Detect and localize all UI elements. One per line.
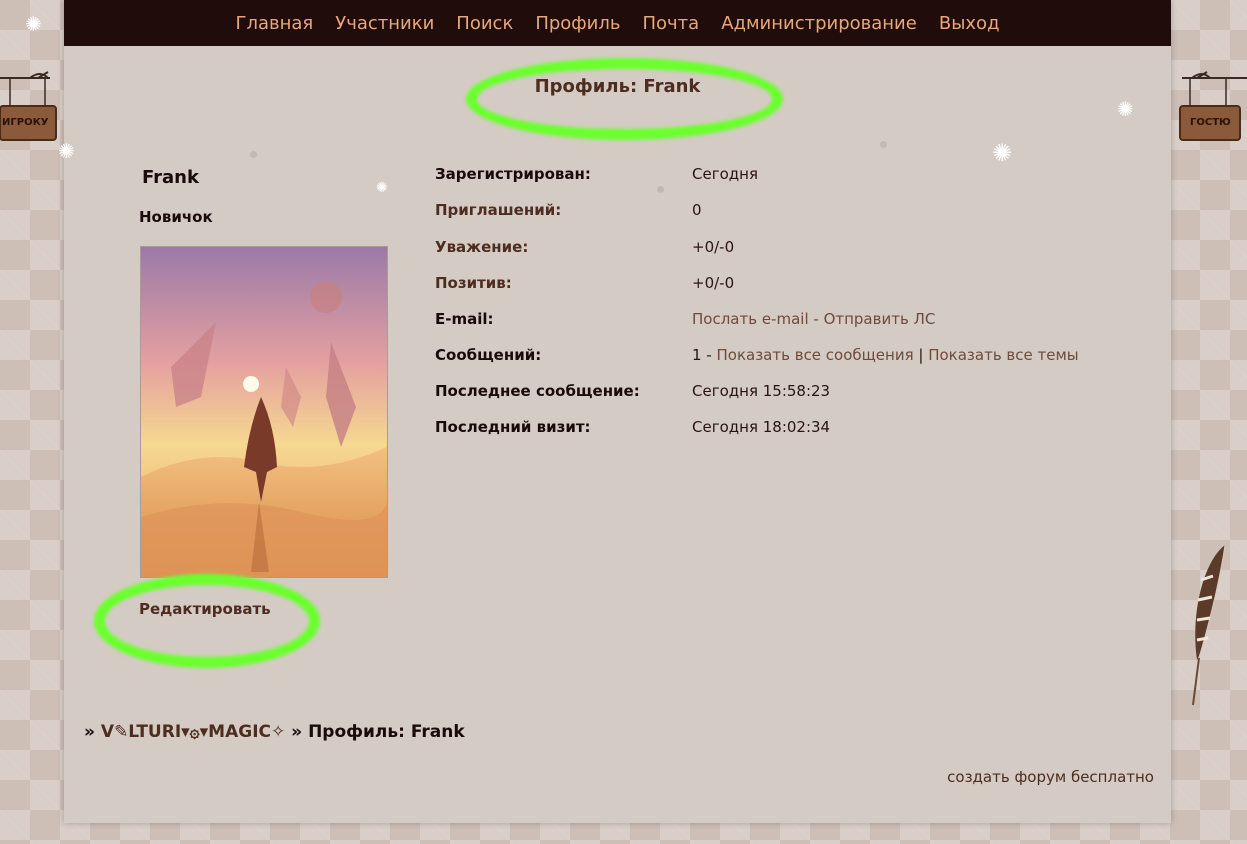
avatar: [140, 246, 388, 578]
info-label: Зарегистрирован:: [435, 165, 591, 183]
posts-separator: |: [913, 346, 929, 364]
breadcrumb-current: Профиль: Frank: [308, 722, 465, 742]
top-nav: Главная Участники Поиск Профиль Почта Ад…: [64, 0, 1171, 46]
posts-count: 1: [692, 346, 702, 364]
nav-logout[interactable]: Выход: [939, 13, 1000, 34]
snow-dot-icon: [880, 141, 887, 148]
send-email-link[interactable]: Послать e-mail: [692, 310, 809, 328]
page-title: Профиль: Frank: [534, 76, 701, 97]
info-label: Последнее сообщение:: [435, 382, 640, 400]
snowflake-icon: ✺: [1117, 97, 1134, 121]
snow-dot-icon: [250, 151, 257, 158]
info-value: +0/-0: [692, 238, 735, 256]
guest-sign-label: ГОСТЮ: [1190, 117, 1231, 128]
nav-search[interactable]: Поиск: [456, 13, 513, 34]
breadcrumb-forum-link[interactable]: V✎LTURI▾۞▾MAGIC✧: [101, 722, 285, 742]
info-label: Приглашений:: [435, 201, 562, 219]
title-highlight-mark: [466, 58, 783, 140]
profile-panel: Главная Участники Поиск Профиль Почта Ад…: [64, 0, 1171, 823]
guest-sign[interactable]: ГОСТЮ: [1172, 70, 1247, 190]
nav-members[interactable]: Участники: [335, 13, 434, 34]
snow-dot-icon: [657, 186, 664, 193]
info-label: Последний визит:: [435, 418, 591, 436]
info-label: E-mail:: [435, 310, 494, 328]
feather-decoration: [1185, 540, 1235, 714]
create-forum-link[interactable]: создать форум бесплатно: [947, 768, 1154, 786]
nav-home[interactable]: Главная: [235, 13, 313, 34]
info-label: Позитив:: [435, 274, 512, 292]
breadcrumb-separator: »: [285, 722, 309, 742]
player-sign[interactable]: ИГРОКУ: [0, 70, 60, 190]
info-value: Сегодня 15:58:23: [692, 382, 831, 400]
info-value: 0: [692, 201, 702, 219]
show-all-topics-link[interactable]: Показать все темы: [928, 346, 1078, 364]
info-label: Уважение:: [435, 238, 529, 256]
show-all-posts-link[interactable]: Показать все сообщения: [717, 346, 914, 364]
user-name: Frank: [142, 167, 199, 188]
nav-mail[interactable]: Почта: [643, 13, 700, 34]
nav-admin[interactable]: Администрирование: [721, 13, 917, 34]
info-label: Сообщений:: [435, 346, 542, 364]
info-value: Сегодня: [692, 165, 758, 183]
snowflake-icon: ✺: [25, 12, 42, 36]
user-rank: Новичок: [139, 208, 213, 226]
info-value: Послать e-mail - Отправить ЛС: [692, 310, 935, 328]
info-value: +0/-0: [692, 274, 735, 292]
snowflake-icon: ✺: [376, 180, 388, 196]
snowflake-icon: ✺: [58, 139, 75, 163]
nav-profile[interactable]: Профиль: [535, 13, 620, 34]
edit-highlight-mark: [94, 574, 320, 668]
posts-separator: -: [701, 346, 717, 364]
snowflake-icon: ✺: [992, 139, 1013, 167]
email-separator: -: [808, 310, 824, 328]
send-pm-link[interactable]: Отправить ЛС: [824, 310, 936, 328]
info-value: 1 - Показать все сообщения | Показать вс…: [692, 346, 1079, 364]
player-sign-label: ИГРОКУ: [2, 117, 49, 128]
edit-profile-link[interactable]: Редактировать: [139, 600, 271, 618]
breadcrumb: » V✎LTURI▾۞▾MAGIC✧ » Профиль: Frank: [84, 721, 465, 742]
breadcrumb-prefix: »: [84, 722, 101, 742]
info-value: Сегодня 18:02:34: [692, 418, 831, 436]
